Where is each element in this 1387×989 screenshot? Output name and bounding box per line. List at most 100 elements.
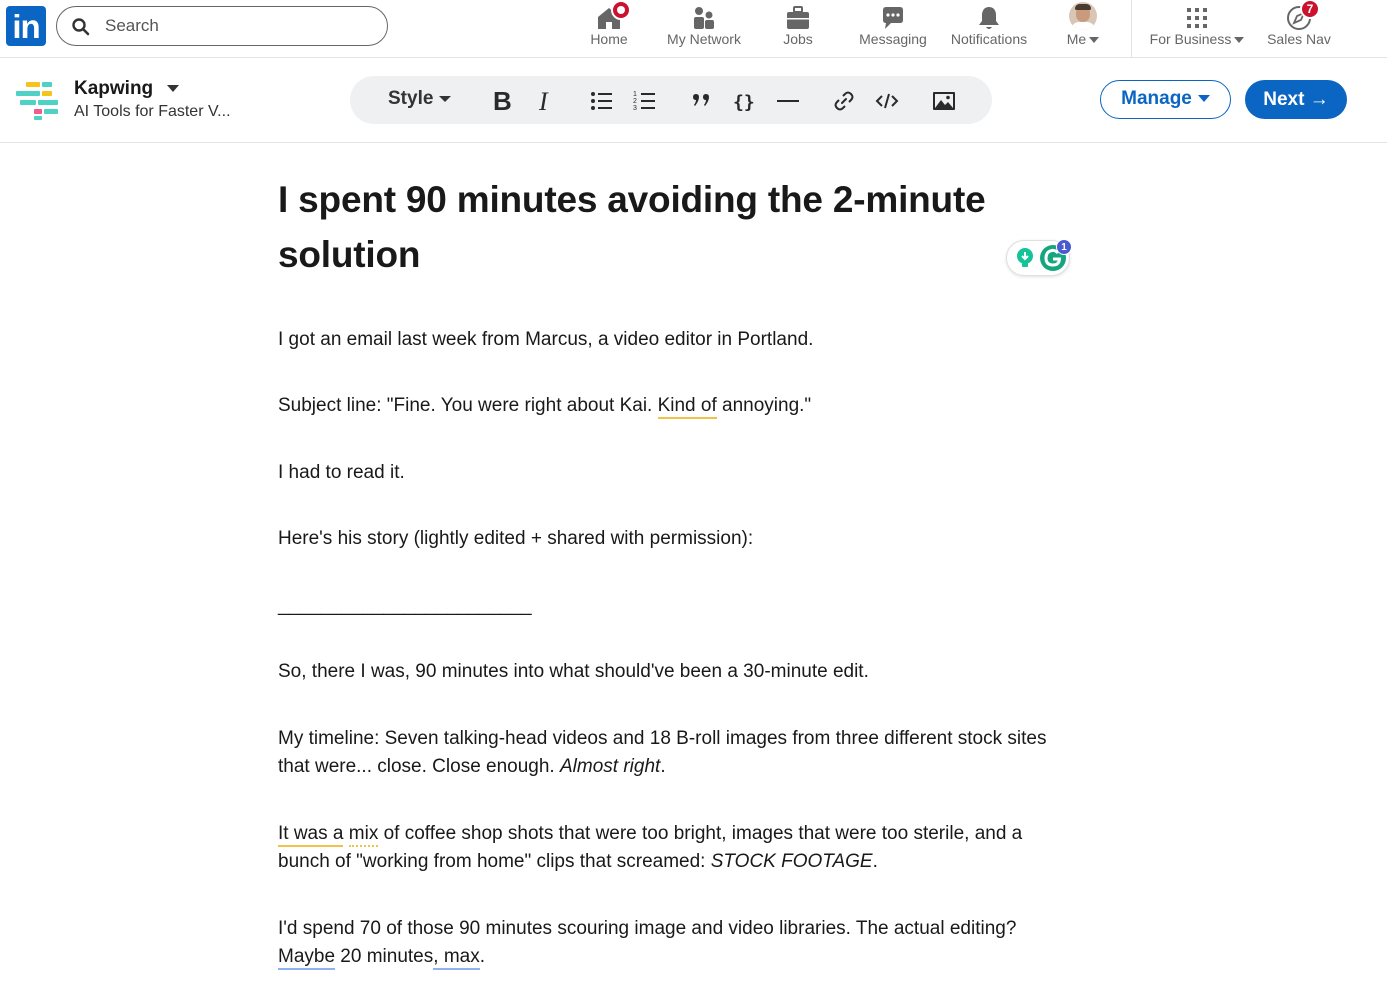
quote-icon — [693, 94, 709, 106]
quote-button[interactable] — [685, 84, 719, 116]
chevron-down-icon — [1197, 95, 1210, 103]
svg-text:1: 1 — [633, 91, 637, 98]
text-run: . — [660, 756, 666, 777]
page-description: AI Tools for Faster V... — [74, 103, 231, 120]
paragraph[interactable]: I had to read it. — [278, 459, 1078, 487]
horizontal-rule-icon — [777, 100, 799, 102]
numbered-list-button[interactable]: 1 2 3 — [628, 84, 662, 116]
paragraph[interactable]: So, there I was, 90 minutes into what sh… — [278, 658, 1078, 686]
paragraph[interactable]: It was a mix of coffee shop shots that w… — [278, 820, 1078, 876]
search-box[interactable] — [56, 6, 388, 46]
divider-line-text[interactable]: ________________________ — [278, 592, 1078, 620]
paragraph[interactable]: I got an email last week from Marcus, a … — [278, 326, 1078, 354]
nav-home[interactable]: Home — [583, 0, 635, 58]
svg-text:I: I — [538, 89, 549, 113]
chevron-down-icon — [167, 85, 180, 93]
bold-icon: B — [493, 89, 512, 113]
image-button[interactable] — [927, 84, 961, 116]
code-block-button[interactable]: {} — [728, 84, 762, 116]
page-switcher[interactable]: Kapwing — [74, 78, 180, 100]
nav-sales-nav[interactable]: 7 Sales Nav — [1262, 0, 1336, 58]
text-run: Subject line: "Fine. You were right abou… — [278, 395, 658, 416]
style-dropdown[interactable]: Style — [388, 88, 452, 110]
lightbulb-icon — [1017, 248, 1033, 267]
embed-code-button[interactable] — [870, 84, 904, 116]
nav-notifications[interactable]: Notifications — [944, 0, 1034, 58]
chevron-down-icon — [1089, 37, 1100, 44]
link-icon — [834, 91, 854, 111]
paragraph[interactable]: I'd spend 70 of those 90 minutes scourin… — [278, 915, 1078, 971]
sales-nav-badge: 7 — [1300, 0, 1320, 19]
text-run: annoying." — [716, 395, 812, 416]
search-icon — [72, 18, 90, 36]
page-name: Kapwing — [74, 78, 154, 99]
chat-icon — [883, 7, 903, 29]
nav-me-label: Me — [1066, 31, 1087, 47]
italic-text: Almost right — [560, 756, 661, 777]
people-icon — [694, 7, 714, 29]
manage-label: Manage — [1121, 88, 1192, 109]
linkedin-logo[interactable]: in — [6, 6, 46, 46]
text-run: 20 minutes — [335, 946, 434, 967]
bold-button[interactable]: B — [485, 84, 519, 116]
paragraph[interactable]: Here's his story (lightly edited + share… — [278, 525, 1078, 553]
curly-braces-icon: {} — [733, 92, 755, 113]
nav-messaging[interactable]: Messaging — [853, 0, 933, 58]
chevron-down-icon — [1234, 37, 1245, 44]
bullet-list-button[interactable] — [585, 84, 619, 116]
clarity-suggestion[interactable]: , max — [433, 946, 480, 970]
nav-messaging-label: Messaging — [859, 31, 927, 47]
bullet-list-icon — [591, 92, 612, 110]
manage-button[interactable]: Manage — [1100, 80, 1231, 119]
clarity-suggestion[interactable]: Maybe — [278, 946, 336, 970]
bell-icon — [979, 7, 999, 29]
text-run: . — [872, 851, 878, 872]
grammar-suggestion[interactable]: mix — [348, 823, 379, 847]
home-notification-dot — [611, 0, 631, 20]
text-run: . — [479, 946, 485, 967]
grammarly-count-badge: 1 — [1056, 239, 1072, 255]
nav-sales-nav-label: Sales Nav — [1267, 31, 1331, 47]
italic-button[interactable]: I — [528, 84, 562, 116]
nav-my-network[interactable]: My Network — [660, 0, 748, 58]
link-button[interactable] — [827, 84, 861, 116]
style-label: Style — [388, 88, 434, 109]
editor-toolbar: Kapwing AI Tools for Faster V... Style B… — [0, 58, 1387, 143]
nav-me[interactable]: Me — [1060, 0, 1106, 58]
svg-text:{}: {} — [733, 92, 755, 113]
nav-divider — [1131, 0, 1132, 58]
grammar-suggestion[interactable]: It was a — [278, 823, 344, 847]
italic-icon: I — [538, 89, 549, 113]
article-title[interactable]: I spent 90 minutes avoiding the 2-minute… — [278, 172, 998, 282]
search-input[interactable] — [105, 15, 375, 37]
grid-icon — [1187, 8, 1207, 28]
paragraph[interactable]: My timeline: Seven talking-head videos a… — [278, 725, 1078, 781]
paragraph[interactable]: Subject line: "Fine. You were right abou… — [278, 392, 1078, 420]
article-title-area: I spent 90 minutes avoiding the 2-minute… — [278, 172, 1078, 282]
format-toolbar: Style B I 1 2 3 {} — [350, 76, 992, 124]
text-run: of coffee shop shots that were too brigh… — [278, 823, 1023, 872]
nav-notifications-label: Notifications — [950, 31, 1028, 47]
text-run — [343, 823, 348, 844]
avatar — [1069, 2, 1097, 30]
italic-text: STOCK FOOTAGE — [710, 851, 873, 872]
nav-jobs[interactable]: Jobs — [772, 0, 824, 58]
grammar-suggestion[interactable]: Kind of — [657, 395, 717, 419]
text-run: I'd spend 70 of those 90 minutes scourin… — [278, 918, 1017, 939]
kapwing-logo — [16, 82, 58, 120]
nav-home-label: Home — [590, 31, 628, 47]
briefcase-icon — [787, 6, 809, 29]
svg-text:2: 2 — [633, 98, 637, 105]
nav-jobs-label: Jobs — [783, 31, 813, 47]
code-icon — [875, 93, 899, 109]
chevron-down-icon — [439, 95, 452, 102]
next-button[interactable]: Next → — [1245, 80, 1347, 119]
nav-my-network-label: My Network — [667, 31, 741, 47]
global-nav: in Home My Network Job — [0, 0, 1387, 58]
svg-text:3: 3 — [633, 105, 637, 112]
numbered-list-icon: 1 2 3 — [633, 91, 655, 112]
divider-button[interactable] — [771, 84, 805, 116]
nav-for-business-label: For Business — [1149, 31, 1232, 47]
image-icon — [933, 92, 955, 110]
nav-for-business[interactable]: For Business — [1144, 0, 1250, 58]
